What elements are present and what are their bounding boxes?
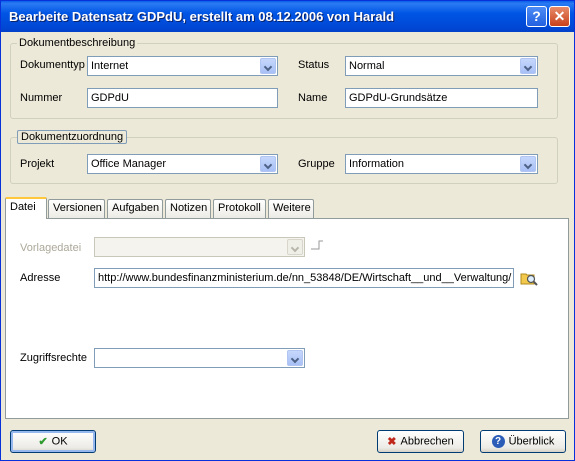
- ueberblick-button-label: Überblick: [508, 435, 555, 448]
- zugriffsrechte-select[interactable]: [94, 348, 305, 368]
- projekt-value: Office Manager: [91, 158, 167, 170]
- chevron-down-icon[interactable]: [520, 58, 536, 74]
- vorlagedatei-label: Vorlagedatei: [20, 242, 82, 254]
- dokumentbeschreibung-legend: Dokumentbeschreibung: [17, 37, 138, 49]
- tab-datei[interactable]: Datei: [5, 197, 47, 219]
- tab-notizen[interactable]: Notizen: [165, 199, 211, 218]
- vorlagedatei-select: [94, 237, 305, 257]
- chevron-down-icon[interactable]: [287, 350, 303, 366]
- tab-versionen-label: Versionen: [53, 202, 102, 214]
- gruppe-value: Information: [349, 158, 405, 170]
- chevron-down-icon[interactable]: [520, 156, 536, 172]
- adresse-label: Adresse: [20, 272, 61, 284]
- datei-tab-panel: Vorlagedatei Adresse http://www.bundesfi…: [5, 218, 569, 419]
- ueberblick-button[interactable]: ? Überblick: [480, 430, 566, 453]
- ok-button[interactable]: ✔ OK: [10, 430, 96, 453]
- zugriffsrechte-label: Zugriffsrechte: [20, 352, 88, 364]
- nummer-label: Nummer: [20, 92, 63, 104]
- tab-datei-label: Datei: [10, 201, 36, 213]
- nummer-input[interactable]: GDPdU: [87, 88, 278, 108]
- title-bar[interactable]: Bearbeite Datensatz GDPdU, erstellt am 0…: [1, 1, 574, 32]
- disabled-browse-icon: [311, 240, 323, 250]
- gruppe-label: Gruppe: [298, 158, 335, 170]
- chevron-down-icon: [287, 239, 303, 255]
- status-value: Normal: [349, 60, 385, 72]
- gruppe-select[interactable]: Information: [345, 154, 538, 174]
- dokumentzuordnung-legend: Dokumentzuordnung: [17, 130, 128, 144]
- tab-notizen-label: Notizen: [170, 202, 208, 214]
- chevron-down-icon[interactable]: [260, 58, 276, 74]
- tab-aufgaben[interactable]: Aufgaben: [107, 199, 163, 218]
- adresse-value: http://www.bundesfinanzministerium.de/nn…: [98, 272, 512, 284]
- close-title-button[interactable]: ✕: [549, 6, 570, 27]
- ok-button-label: OK: [51, 435, 68, 448]
- status-select[interactable]: Normal: [345, 56, 538, 76]
- name-value: GDPdU-Grundsätze: [349, 92, 448, 104]
- projekt-select[interactable]: Office Manager: [87, 154, 278, 174]
- folder-search-icon[interactable]: [520, 269, 538, 287]
- nummer-value: GDPdU: [91, 92, 129, 104]
- adresse-input[interactable]: http://www.bundesfinanzministerium.de/nn…: [94, 268, 514, 288]
- chevron-down-icon[interactable]: [260, 156, 276, 172]
- name-input[interactable]: GDPdU-Grundsätze: [345, 88, 538, 108]
- tab-protokoll[interactable]: Protokoll: [213, 199, 266, 218]
- status-label: Status: [298, 59, 330, 71]
- dokumenttyp-value: Internet: [91, 60, 129, 72]
- projekt-label: Projekt: [20, 158, 55, 170]
- name-label: Name: [298, 92, 328, 104]
- cancel-x-icon: ✖: [387, 436, 397, 448]
- tab-weitere-label: Weitere: [273, 202, 311, 214]
- dokumenttyp-select[interactable]: Internet: [87, 56, 278, 76]
- checkmark-icon: ✔: [38, 436, 48, 448]
- dokumenttyp-label: Dokumenttyp: [20, 59, 85, 71]
- tab-protokoll-label: Protokoll: [218, 202, 261, 214]
- abbrechen-button[interactable]: ✖ Abbrechen: [377, 430, 464, 453]
- tab-aufgaben-label: Aufgaben: [112, 202, 160, 214]
- tab-weitere[interactable]: Weitere: [268, 199, 314, 218]
- help-circle-icon: ?: [491, 435, 505, 448]
- abbrechen-button-label: Abbrechen: [400, 435, 454, 448]
- tab-versionen[interactable]: Versionen: [48, 199, 105, 218]
- dialog-window: Bearbeite Datensatz GDPdU, erstellt am 0…: [0, 0, 575, 461]
- window-title: Bearbeite Datensatz GDPdU, erstellt am 0…: [9, 9, 395, 24]
- help-title-button[interactable]: ?: [526, 6, 547, 27]
